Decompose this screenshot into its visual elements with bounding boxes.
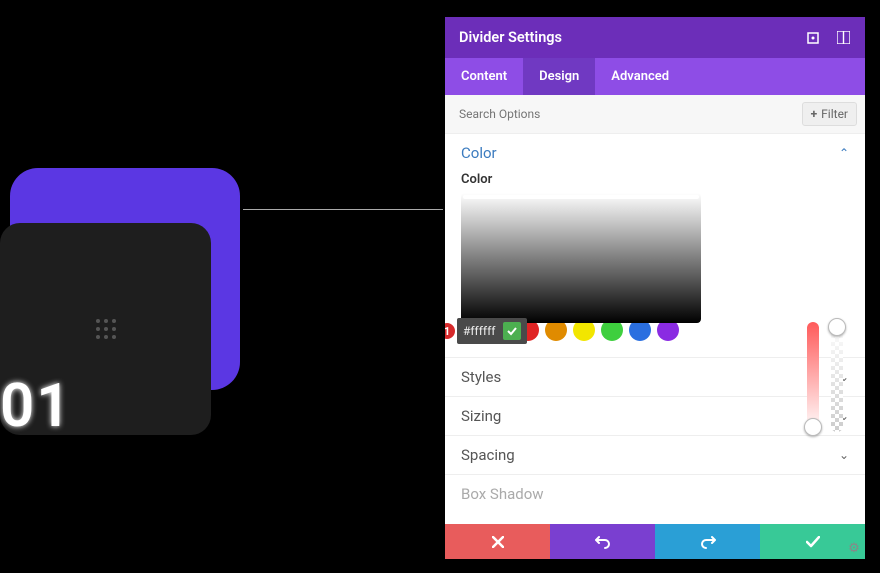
tab-content[interactable]: Content <box>445 58 523 95</box>
tab-design[interactable]: Design <box>523 58 595 95</box>
hex-value-box[interactable]: #ffffff <box>457 318 527 344</box>
redo-button[interactable] <box>655 524 760 559</box>
section-spacing[interactable]: Spacing ⌄ <box>445 436 865 474</box>
canvas-item-number: 01 <box>0 370 73 441</box>
expand-icon[interactable] <box>805 30 821 46</box>
section-box-shadow[interactable]: Box Shadow <box>445 475 865 503</box>
redo-icon <box>700 535 716 549</box>
section-sizing[interactable]: Sizing ⌄ <box>445 397 865 435</box>
section-spacing-title: Spacing <box>461 446 515 464</box>
panel-title: Divider Settings <box>459 29 562 46</box>
hue-knob[interactable] <box>804 418 822 436</box>
chevron-down-icon: ⌄ <box>839 448 849 462</box>
color-sublabel: Color <box>445 172 865 193</box>
section-styles[interactable]: Styles ⌄ <box>445 358 865 396</box>
callout-number: 1 <box>445 322 456 340</box>
section-color-title: Color <box>461 144 497 162</box>
section-box-shadow-title: Box Shadow <box>461 485 544 503</box>
footer-actions <box>445 524 865 559</box>
settings-panel: Divider Settings Content Design Advanced… <box>445 17 865 559</box>
chevron-up-icon: ⌃ <box>839 146 849 160</box>
alpha-slider[interactable] <box>831 322 843 432</box>
undo-button[interactable] <box>550 524 655 559</box>
search-input[interactable] <box>453 103 802 125</box>
callout-leader-line <box>243 209 443 210</box>
hex-badge: 1 #ffffff <box>445 318 527 344</box>
alpha-knob[interactable] <box>828 318 846 336</box>
settings-gear-icon[interactable]: ⚙ <box>843 537 865 559</box>
section-sizing-title: Sizing <box>461 407 501 425</box>
slider-group <box>807 322 843 432</box>
hue-slider[interactable] <box>807 322 819 432</box>
filter-button[interactable]: + Filter <box>802 102 857 126</box>
hex-confirm[interactable] <box>503 322 521 340</box>
section-color[interactable]: Color ⌃ <box>445 134 865 172</box>
tab-advanced[interactable]: Advanced <box>595 58 685 95</box>
tabs: Content Design Advanced <box>445 58 865 95</box>
check-icon <box>806 536 820 548</box>
grid-icon[interactable] <box>835 30 851 46</box>
cancel-button[interactable] <box>445 524 550 559</box>
plus-icon: + <box>811 107 818 121</box>
color-gradient-area[interactable] <box>461 193 701 323</box>
drag-handle-icon[interactable] <box>96 319 116 339</box>
hex-value: #ffffff <box>463 324 495 338</box>
panel-body: Color ⌃ Color 1 #ffffff <box>445 134 865 524</box>
search-row: + Filter <box>445 95 865 134</box>
undo-icon <box>595 535 611 549</box>
panel-header: Divider Settings <box>445 17 865 58</box>
filter-label: Filter <box>821 107 848 121</box>
section-styles-title: Styles <box>461 368 501 386</box>
close-icon <box>492 536 504 548</box>
